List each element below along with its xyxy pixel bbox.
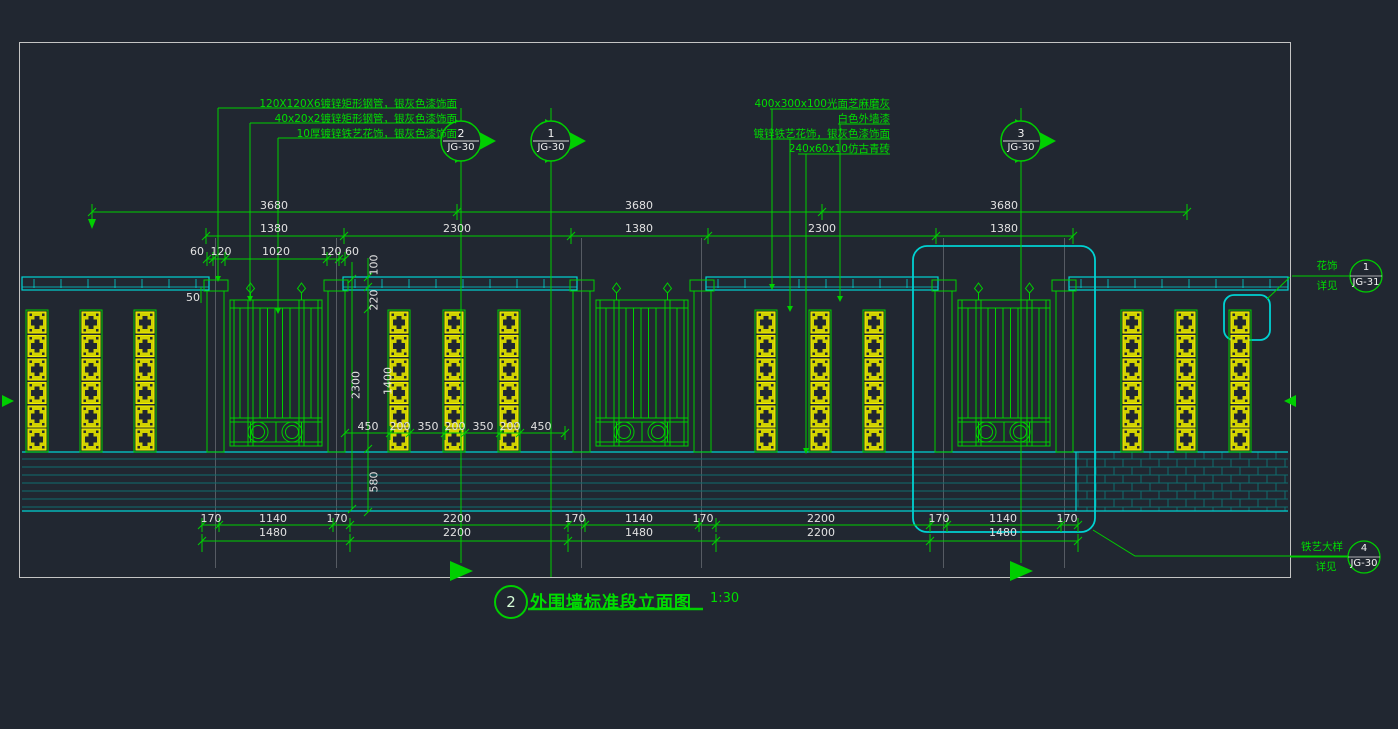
detail-highlight-gate xyxy=(913,246,1095,532)
cyan-linework xyxy=(22,246,1288,532)
elevation-drawing xyxy=(0,0,1398,729)
brick-course-hatch xyxy=(22,452,1288,511)
drawing-frame xyxy=(20,43,1291,578)
gate-bays xyxy=(204,280,1076,452)
lattice-panels xyxy=(26,310,1251,452)
title-number-circle xyxy=(495,586,527,618)
green-linework xyxy=(92,108,1350,609)
cad-elevation-view: 120X120X6镀锌矩形钢管，银灰色漆饰面 40x20x2镀锌矩形钢管，银灰色… xyxy=(0,0,1398,729)
